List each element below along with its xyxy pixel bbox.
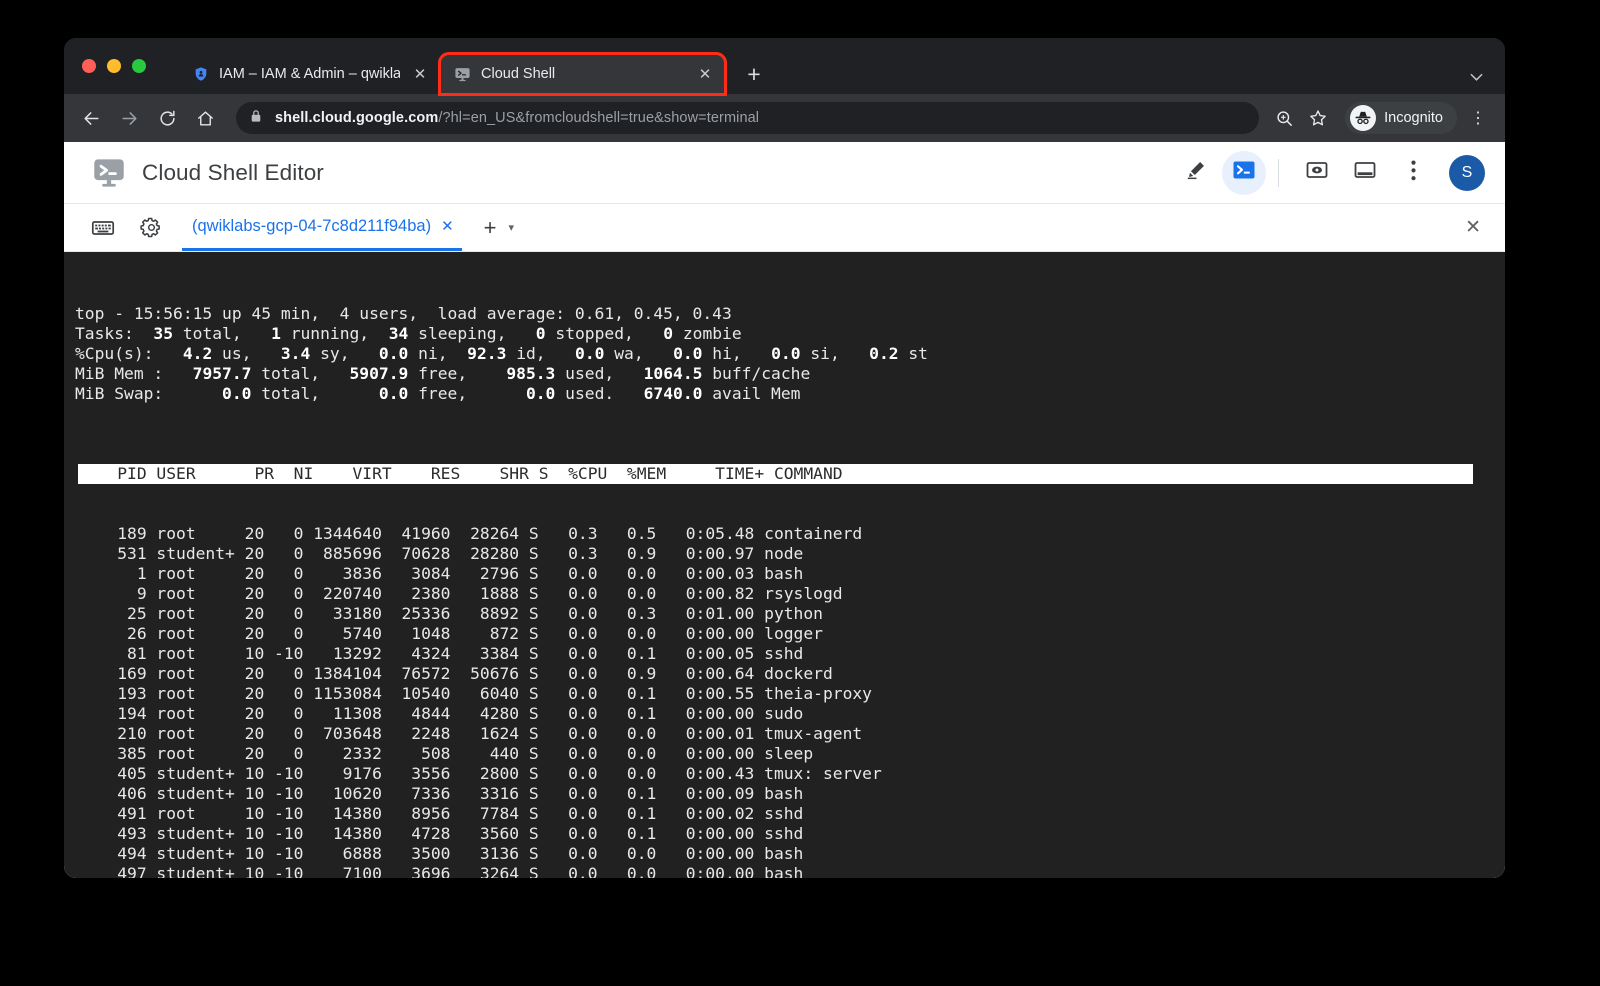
more-options-button[interactable]	[1391, 151, 1435, 195]
table-row: 9 root 20 0 220740 2380 1888 S 0.0 0.0 0…	[78, 584, 1505, 604]
home-button[interactable]	[188, 101, 222, 135]
panel-icon	[1353, 158, 1377, 187]
cloud-shell-icon	[454, 66, 471, 83]
minimize-window-button[interactable]	[107, 59, 121, 73]
table-row: 493 student+ 10 -10 14380 4728 3560 S 0.…	[78, 824, 1505, 844]
pencil-icon	[1185, 159, 1207, 186]
browser-menu-button[interactable]: ⋮	[1465, 101, 1491, 135]
table-row: 406 student+ 10 -10 10620 7336 3316 S 0.…	[78, 784, 1505, 804]
table-row: 193 root 20 0 1153084 10540 6040 S 0.0 0…	[78, 684, 1505, 704]
reload-button[interactable]	[150, 101, 184, 135]
new-tab-button[interactable]: +	[737, 57, 771, 91]
top-summary: top - 15:56:15 up 45 min, 4 users, load …	[74, 304, 1505, 404]
table-row: 81 root 10 -10 13292 4324 3384 S 0.0 0.1…	[78, 644, 1505, 664]
tab-list: IAM – IAM & Admin – qwiklabs- ✕ Cloud Sh…	[178, 38, 771, 94]
address-bar[interactable]: shell.cloud.google.com/?hl=en_US&fromclo…	[236, 102, 1259, 134]
browser-tab-cloud-shell[interactable]: Cloud Shell ✕	[440, 54, 725, 94]
top-summary-line: MiB Swap: 0.0 total, 0.0 free, 0.0 used.…	[75, 384, 1505, 404]
table-row: 210 root 20 0 703648 2248 1624 S 0.0 0.0…	[78, 724, 1505, 744]
terminal-icon	[1232, 158, 1256, 187]
url-path: /?hl=en_US&fromcloudshell=true&show=term…	[438, 110, 759, 126]
web-preview-button[interactable]	[1295, 151, 1339, 195]
add-terminal-button[interactable]: +	[484, 215, 497, 241]
browser-tab-iam[interactable]: IAM – IAM & Admin – qwiklabs- ✕	[178, 54, 440, 94]
avatar[interactable]: S	[1449, 155, 1485, 191]
close-icon[interactable]: ✕	[695, 64, 715, 84]
process-table-header: PID USER PR NI VIRT RES SHR S %CPU %MEM …	[78, 464, 1473, 484]
table-row: 491 root 10 -10 14380 8956 7784 S 0.0 0.…	[78, 804, 1505, 824]
shield-icon	[192, 66, 209, 83]
keyboard-icon[interactable]	[86, 211, 120, 245]
forward-button[interactable]	[112, 101, 146, 135]
browser-tab-title: IAM – IAM & Admin – qwiklabs-	[219, 66, 400, 82]
toggle-panel-button[interactable]	[1343, 151, 1387, 195]
terminal-output[interactable]: top - 15:56:15 up 45 min, 4 users, load …	[64, 252, 1505, 878]
close-icon[interactable]: ✕	[441, 217, 454, 235]
open-editor-button[interactable]	[1174, 151, 1218, 195]
url-host: shell.cloud.google.com	[275, 110, 438, 126]
table-row: 531 student+ 20 0 885696 70628 28280 S 0…	[78, 544, 1505, 564]
terminal-session-tab[interactable]: (qwiklabs-gcp-04-7c8d211f94ba) ✕	[182, 204, 462, 251]
kebab-icon	[1411, 160, 1416, 186]
table-row: 26 root 20 0 5740 1048 872 S 0.0 0.0 0:0…	[78, 624, 1505, 644]
window-controls	[82, 38, 146, 94]
cloud-shell-logo	[90, 154, 128, 192]
header-divider	[1278, 159, 1279, 187]
incognito-icon	[1350, 105, 1376, 131]
table-row: 189 root 20 0 1344640 41960 28264 S 0.3 …	[78, 524, 1505, 544]
table-row: 169 root 20 0 1384104 76572 50676 S 0.0 …	[78, 664, 1505, 684]
terminal-tab-bar: (qwiklabs-gcp-04-7c8d211f94ba) ✕ + ▾ ✕	[64, 204, 1505, 252]
table-row: 25 root 20 0 33180 25336 8892 S 0.0 0.3 …	[78, 604, 1505, 624]
chevron-down-icon[interactable]: ▾	[509, 221, 515, 234]
incognito-label: Incognito	[1384, 110, 1443, 126]
close-panel-button[interactable]: ✕	[1465, 216, 1487, 239]
top-summary-line: %Cpu(s): 4.2 us, 3.4 sy, 0.0 ni, 92.3 id…	[75, 344, 1505, 364]
cloud-shell-header: Cloud Shell Editor	[64, 142, 1505, 204]
maximize-window-button[interactable]	[132, 59, 146, 73]
lock-icon	[250, 109, 264, 128]
top-summary-line: Tasks: 35 total, 1 running, 34 sleeping,…	[75, 324, 1505, 344]
address-bar-url: shell.cloud.google.com/?hl=en_US&fromclo…	[275, 110, 759, 126]
star-icon[interactable]	[1303, 103, 1333, 133]
zoom-search-icon[interactable]	[1269, 103, 1299, 133]
page-title: Cloud Shell Editor	[142, 160, 324, 186]
table-row: 405 student+ 10 -10 9176 3556 2800 S 0.0…	[78, 764, 1505, 784]
table-row: 194 root 20 0 11308 4844 4280 S 0.0 0.1 …	[78, 704, 1505, 724]
close-icon[interactable]: ✕	[410, 64, 430, 84]
page-content: Cloud Shell Editor	[64, 142, 1505, 878]
process-table-body: 189 root 20 0 1344640 41960 28264 S 0.3 …	[78, 524, 1505, 878]
browser-toolbar: shell.cloud.google.com/?hl=en_US&fromclo…	[64, 94, 1505, 142]
table-row: 385 root 20 0 2332 508 440 S 0.0 0.0 0:0…	[78, 744, 1505, 764]
browser-window: IAM – IAM & Admin – qwiklabs- ✕ Cloud Sh…	[64, 38, 1505, 878]
web-preview-icon	[1305, 158, 1329, 187]
browser-tab-title: Cloud Shell	[481, 66, 685, 82]
table-row: 494 student+ 10 -10 6888 3500 3136 S 0.0…	[78, 844, 1505, 864]
table-row: 1 root 20 0 3836 3084 2796 S 0.0 0.0 0:0…	[78, 564, 1505, 584]
table-row: 497 student+ 10 -10 7100 3696 3264 S 0.0…	[78, 864, 1505, 878]
close-window-button[interactable]	[82, 59, 96, 73]
top-summary-line: MiB Mem : 7957.7 total, 5907.9 free, 985…	[75, 364, 1505, 384]
browser-tab-strip: IAM – IAM & Admin – qwiklabs- ✕ Cloud Sh…	[64, 38, 1505, 94]
tab-search-chevron-down-icon[interactable]	[1470, 70, 1483, 84]
gear-icon[interactable]	[134, 211, 168, 245]
open-terminal-button[interactable]	[1222, 151, 1266, 195]
back-button[interactable]	[74, 101, 108, 135]
incognito-indicator[interactable]: Incognito	[1345, 102, 1457, 134]
terminal-session-label: (qwiklabs-gcp-04-7c8d211f94ba)	[192, 217, 431, 236]
top-summary-line: top - 15:56:15 up 45 min, 4 users, load …	[75, 304, 1505, 324]
